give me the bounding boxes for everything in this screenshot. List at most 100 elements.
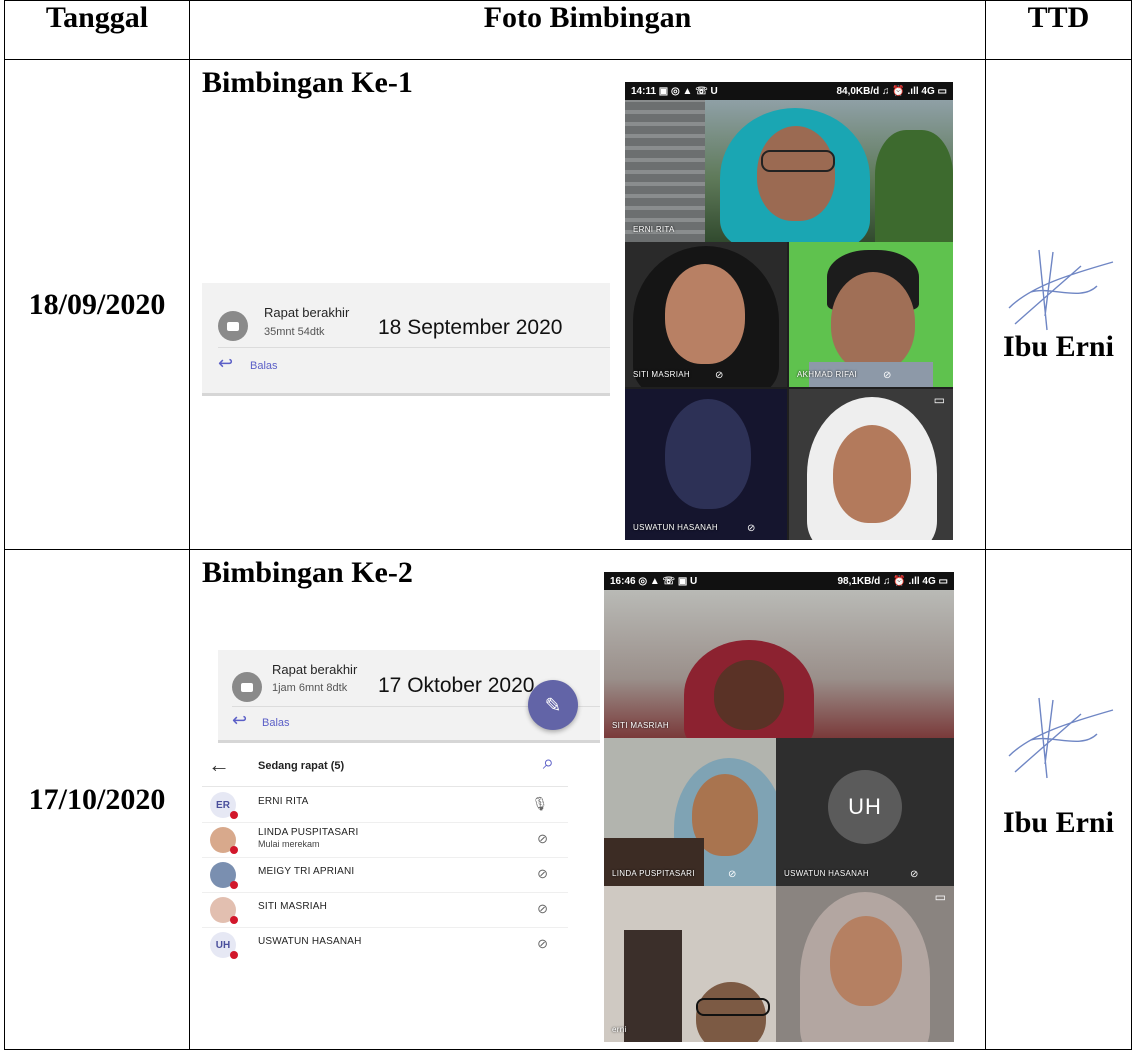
status-left: 16:46 ◎ ▲ ☏ ▣ U (610, 575, 698, 587)
meeting-status: Rapat berakhir (264, 305, 350, 320)
reply-arrow-icon[interactable]: ↩ (218, 353, 233, 374)
video-tile: LINDA PUSPITASARI ⊘ (604, 738, 776, 886)
participant-name: SITI MASRIAH (612, 721, 669, 730)
signer-name: Ibu Erni (1003, 330, 1114, 363)
video-tile: ERNI RITA (625, 100, 953, 242)
header-signature: TTD (985, 0, 1132, 60)
mic-off-icon: ⊘ (910, 869, 919, 880)
status-left: 14:11 ▣ ◎ ▲ ☏ U (631, 85, 718, 97)
mic-off-icon: ⊘ (715, 370, 724, 381)
header-date: Tanggal (4, 0, 190, 60)
call-screenshot: 14:11 ▣ ◎ ▲ ☏ U 84,0KB/d ♫ ⏰ .ıll 4G ▭ E… (625, 82, 953, 540)
video-camera-icon (218, 311, 248, 341)
signature-icon (1008, 697, 1114, 779)
participant-name: ERNI RITA (258, 796, 309, 807)
tree (875, 130, 953, 242)
meeting-date: 17 Oktober 2020 (378, 674, 535, 697)
participants-panel: ← Sedang rapat (5) ⌕ ER ERNI RITA 🎙 LIND… (202, 746, 568, 976)
participant-name: USWATUN HASANAH (784, 869, 869, 878)
mic-off-icon[interactable]: ⊘ (537, 901, 548, 917)
participant-row[interactable]: UH USWATUN HASANAH ⊘ (202, 928, 568, 962)
session-row-1: 18/09/2020 Bimbingan Ke-1 Rapat berakhir… (4, 59, 1132, 550)
participant-name: SITI MASRIAH (258, 901, 328, 912)
avatar (210, 862, 238, 889)
mic-off-icon[interactable]: ⊘ (537, 866, 548, 882)
meeting-duration: 35mnt 54dtk (264, 326, 325, 338)
session-title: Bimbingan Ke-2 (202, 556, 413, 589)
meeting-status: Rapat berakhir (272, 662, 358, 677)
meeting-duration: 1jam 6mnt 8dtk (272, 682, 348, 694)
glasses (696, 998, 770, 1016)
video-tile: erni (604, 886, 776, 1042)
face (665, 399, 751, 509)
screen-share-icon: ▭ (933, 393, 945, 407)
session-date: 17/10/2020 (4, 549, 190, 1050)
video-tile: UH USWATUN HASANAH ⊘ (776, 738, 954, 886)
signature-cell: Ibu Erni (985, 59, 1132, 550)
reply-button[interactable]: Balas (250, 360, 278, 372)
participant-name: LINDA PUSPITASARI (258, 827, 359, 838)
face (830, 916, 902, 1006)
header-row: Tanggal Foto Bimbingan TTD (4, 0, 1132, 60)
participant-row[interactable]: SITI MASRIAH ⊘ (202, 893, 568, 928)
mic-off-icon[interactable]: ⊘ (537, 831, 548, 847)
face (831, 272, 915, 372)
video-tile: SITI MASRIAH (604, 590, 954, 738)
session-row-2: 17/10/2020 Bimbingan Ke-2 Rapat berakhir… (4, 549, 1132, 1050)
participant-name: ERNI RITA (633, 225, 675, 234)
signer-name: Ibu Erni (1003, 806, 1114, 839)
mic-off-icon: ⊘ (747, 523, 756, 534)
status-right: 98,1KB/d ♫ ⏰ .ıll 4G ▭ (837, 575, 948, 587)
screen-share-icon: ▭ (934, 890, 946, 904)
participant-name: SITI MASRIAH (633, 370, 690, 379)
face (665, 264, 745, 364)
glasses (761, 150, 835, 172)
video-camera-icon (232, 672, 262, 702)
video-tile: SITI MASRIAH ⊘ (625, 242, 787, 387)
session-title: Bimbingan Ke-1 (202, 66, 413, 99)
guidance-log-table: Tanggal Foto Bimbingan TTD 18/09/2020 Bi… (4, 0, 1132, 1050)
participant-name: AKHMAD RIFAI (797, 370, 858, 379)
signature-cell: Ibu Erni (985, 549, 1132, 1050)
video-tile: AKHMAD RIFAI ⊘ (789, 242, 953, 387)
video-tile: USWATUN HASANAH ⊘ (625, 389, 787, 540)
building (625, 100, 705, 242)
mic-off-icon: ⊘ (883, 370, 892, 381)
header-photo: Foto Bimbingan (189, 0, 986, 60)
reply-arrow-icon[interactable]: ↩ (232, 710, 247, 731)
status-right: 84,0KB/d ♫ ⏰ .ıll 4G ▭ (836, 85, 947, 97)
edit-icon[interactable]: ✎ (528, 680, 578, 730)
participant-name: USWATUN HASANAH (633, 523, 718, 532)
status-bar: 14:11 ▣ ◎ ▲ ☏ U 84,0KB/d ♫ ⏰ .ıll 4G ▭ (625, 82, 953, 100)
face (833, 425, 911, 523)
back-arrow-icon[interactable]: ← (208, 752, 230, 778)
photo-cell: Bimbingan Ke-2 Rapat berakhir 1jam 6mnt … (189, 549, 986, 1050)
avatar (210, 897, 238, 924)
avatar: UH (210, 932, 238, 959)
participant-row[interactable]: LINDA PUSPITASARI Mulai merekam ⊘ (202, 823, 568, 858)
participant-row[interactable]: ER ERNI RITA 🎙 (202, 788, 568, 823)
face (757, 126, 835, 221)
mic-off-icon: ⊘ (728, 869, 737, 880)
meeting-date: 18 September 2020 (378, 316, 563, 339)
mic-icon[interactable]: 🎙 (531, 796, 548, 812)
participant-name: MEIGY TRI APRIANI (258, 866, 355, 877)
search-icon[interactable]: ⌕ (543, 752, 554, 775)
shirt (604, 838, 704, 886)
participants-title: Sedang rapat (5) (258, 760, 345, 772)
meeting-ended-card: Rapat berakhir 35mnt 54dtk 18 September … (202, 283, 610, 396)
avatar: ER (210, 792, 238, 819)
mic-off-icon[interactable]: ⊘ (537, 936, 548, 952)
session-date: 18/09/2020 (4, 59, 190, 550)
video-tile: ▭ (789, 389, 953, 540)
participant-row[interactable]: MEIGY TRI APRIANI ⊘ (202, 858, 568, 893)
participant-name: USWATUN HASANAH (258, 936, 362, 947)
call-screenshot: 16:46 ◎ ▲ ☏ ▣ U 98,1KB/d ♫ ⏰ .ıll 4G ▭ S… (604, 572, 954, 1042)
photo-cell: Bimbingan Ke-1 Rapat berakhir 35mnt 54dt… (189, 59, 986, 550)
face (714, 660, 784, 730)
participant-status: Mulai merekam (258, 839, 320, 849)
participants-header: ← Sedang rapat (5) ⌕ (202, 746, 568, 787)
signature-icon (1008, 249, 1114, 331)
reply-button[interactable]: Balas (262, 717, 290, 729)
avatar (210, 827, 238, 854)
